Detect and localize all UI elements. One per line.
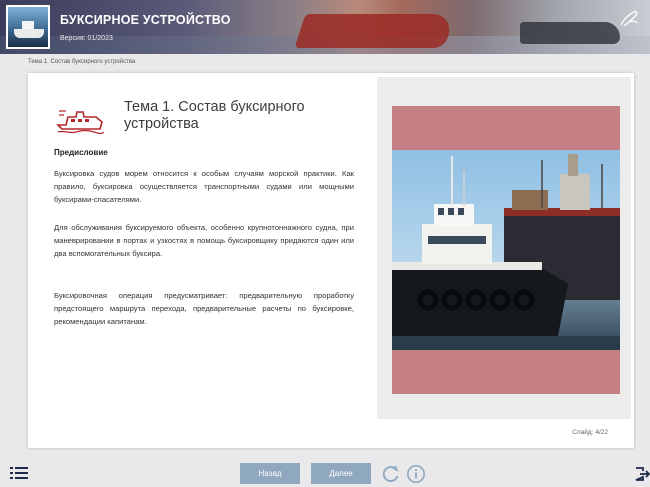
header-ship-hull [294,14,456,48]
paragraph-1: Буксировка судов морем относится к особы… [54,169,354,204]
exit-icon[interactable] [634,466,650,482]
back-button[interactable]: Назад [240,463,300,484]
section-title: Предисловие [54,148,108,157]
info-icon[interactable] [406,464,426,484]
signature-icon [620,10,639,27]
app-version: Версия: 01/2023 [60,35,113,42]
topic-title: Тема 1. Состав буксирного устройства [124,99,305,132]
image-frame [392,106,620,394]
content-card: Тема 1. Состав буксирного устройства Пре… [28,73,634,448]
image-panel [377,77,631,419]
breadcrumb: Тема 1. Состав буксирного устройства [28,59,136,65]
app-title: БУКСИРНОЕ УСТРОЙСТВО [60,13,231,27]
tugboat-photo [392,150,620,350]
tugboat-icon [56,110,105,135]
paragraph-3: Буксировочная операция предусматривает: … [54,291,354,326]
slide-counter: Слайд: 4/22 [572,429,608,436]
paragraph-2: Для обслуживания буксируемого объекта, о… [54,223,354,258]
reload-icon[interactable] [381,464,401,484]
next-button[interactable]: Далее [311,463,371,484]
menu-list-icon[interactable] [10,466,28,480]
header-banner: БУКСИРНОЕ УСТРОЙСТВО Версия: 01/2023 [0,0,650,54]
tugboat-logo-icon [6,5,50,49]
header-tug-hull [520,22,620,44]
